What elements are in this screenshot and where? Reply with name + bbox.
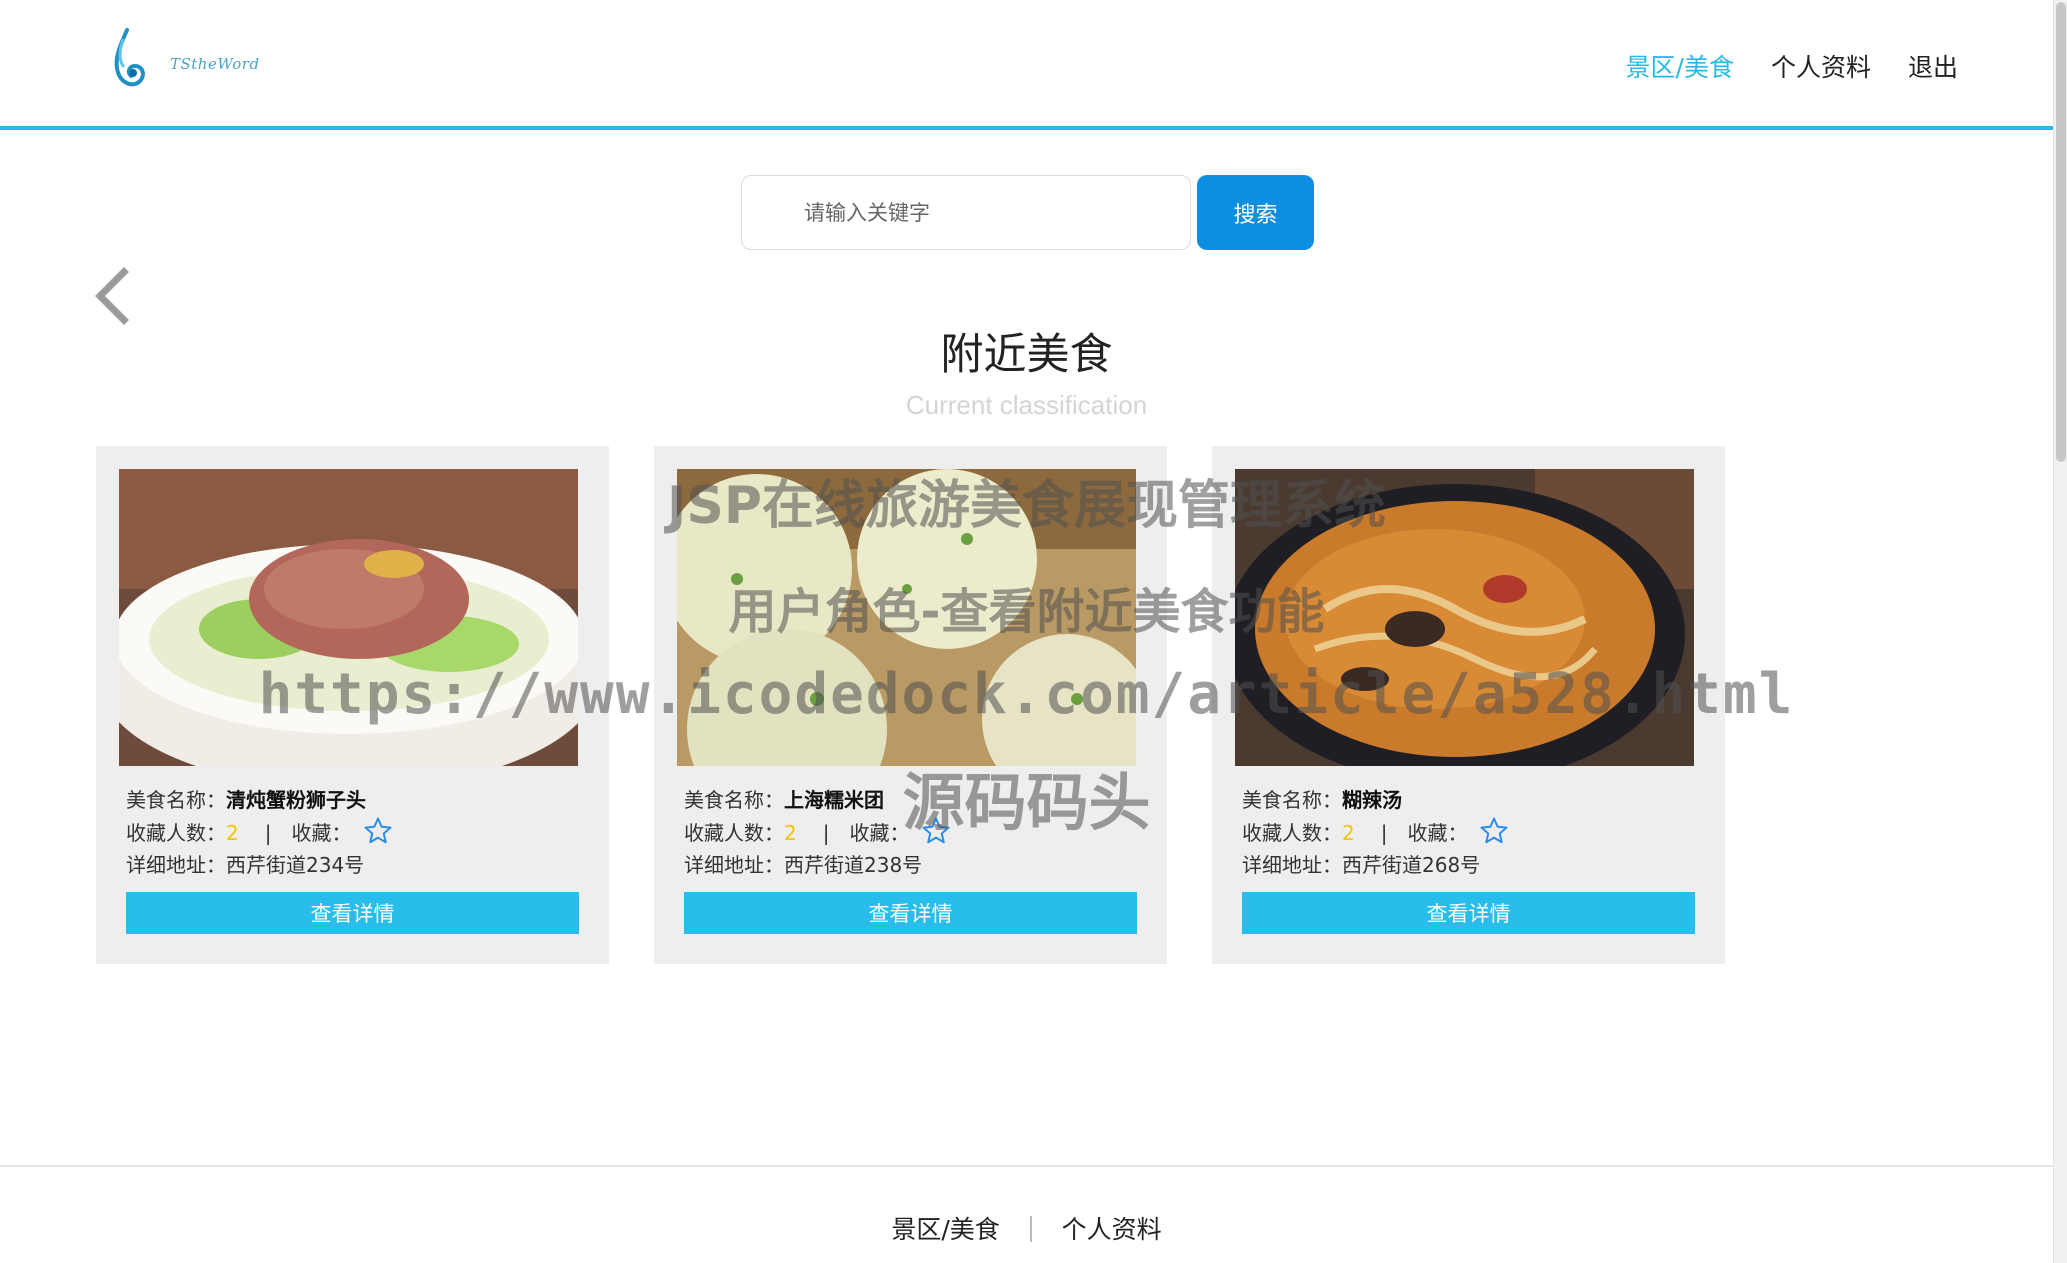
food-name: 糊辣汤: [1342, 788, 1402, 812]
footer-link-profile[interactable]: 个人资料: [1062, 1215, 1162, 1244]
food-card: 美食名称：糊辣汤 收藏人数：2 | 收藏： 详细地址：西芹街道268号 查看详情: [1212, 446, 1725, 964]
star-icon[interactable]: [363, 816, 393, 846]
page-scrollbar[interactable]: [2053, 0, 2067, 1263]
top-nav: 景区/美食 个人资料 退出: [1626, 48, 1958, 84]
search-input[interactable]: [741, 175, 1191, 250]
view-detail-button[interactable]: 查看详情: [1242, 892, 1695, 934]
glutinous-rice-ball-photo[interactable]: [677, 469, 1136, 766]
section-title: 附近美食: [940, 330, 1113, 380]
food-address: 西芹街道268号: [1342, 853, 1481, 877]
star-icon[interactable]: [1479, 816, 1509, 846]
lion-head-meatball-photo[interactable]: [119, 469, 578, 766]
logo-text: TStheWord: [170, 55, 260, 73]
collect-count-label: 收藏人数：: [1242, 821, 1342, 845]
view-detail-button[interactable]: 查看详情: [126, 892, 579, 934]
divider: |: [264, 821, 272, 845]
food-card-list: 美食名称：清炖蟹粉狮子头 收藏人数：2 | 收藏： 详细地址：西芹街道234号 查看…: [96, 446, 1725, 964]
top-header: TStheWord 景区/美食 个人资料 退出: [0, 0, 2053, 130]
address-label: 详细地址：: [1242, 853, 1342, 877]
address-label: 详细地址：: [126, 853, 226, 877]
back-button[interactable]: [92, 266, 136, 326]
collect-count: 2: [784, 821, 797, 845]
food-card: 美食名称：上海糯米团 收藏人数：2 | 收藏： 详细地址：西芹街道238号 查看详情: [654, 446, 1167, 964]
food-info: 美食名称：清炖蟹粉狮子头 收藏人数：2 | 收藏： 详细地址：西芹街道234号: [126, 784, 393, 881]
collect-label: 收藏：: [849, 821, 910, 845]
scrollbar-thumb[interactable]: [2056, 2, 2066, 462]
search-button[interactable]: 搜索: [1197, 175, 1314, 250]
chevron-left-icon: [95, 267, 129, 325]
search-bar: 搜索: [741, 175, 1314, 250]
collect-label: 收藏：: [1407, 821, 1468, 845]
page: TStheWord 景区/美食 个人资料 退出 搜索 附近美食 Current …: [0, 0, 2067, 1263]
section-subtitle: Current classification: [905, 390, 1148, 420]
food-name: 清炖蟹粉狮子头: [226, 788, 366, 812]
collect-count-label: 收藏人数：: [126, 821, 226, 845]
food-address: 西芹街道234号: [226, 853, 365, 877]
divider: |: [822, 821, 830, 845]
nav-profile[interactable]: 个人资料: [1771, 48, 1871, 84]
divider: |: [1380, 821, 1388, 845]
star-icon[interactable]: [921, 816, 951, 846]
hot-pepper-soup-photo[interactable]: [1235, 469, 1694, 766]
collect-count: 2: [226, 821, 239, 845]
food-name: 上海糯米团: [784, 788, 884, 812]
name-label: 美食名称：: [1242, 788, 1342, 812]
address-label: 详细地址：: [684, 853, 784, 877]
collect-count: 2: [1342, 821, 1355, 845]
collect-count-label: 收藏人数：: [684, 821, 784, 845]
food-address: 西芹街道238号: [784, 853, 923, 877]
nav-logout[interactable]: 退出: [1908, 48, 1958, 84]
footer-link-scenic-food[interactable]: 景区/美食: [891, 1215, 999, 1244]
food-info: 美食名称：糊辣汤 收藏人数：2 | 收藏： 详细地址：西芹街道268号: [1242, 784, 1509, 881]
view-detail-button[interactable]: 查看详情: [684, 892, 1137, 934]
food-info: 美食名称：上海糯米团 收藏人数：2 | 收藏： 详细地址：西芹街道238号: [684, 784, 951, 881]
name-label: 美食名称：: [126, 788, 226, 812]
collect-label: 收藏：: [291, 821, 352, 845]
nav-scenic-food[interactable]: 景区/美食: [1626, 48, 1734, 84]
name-label: 美食名称：: [684, 788, 784, 812]
footer-separator: [1029, 1216, 1032, 1242]
footer-divider: [0, 1165, 2053, 1167]
food-card: 美食名称：清炖蟹粉狮子头 收藏人数：2 | 收藏： 详细地址：西芹街道234号 查看…: [96, 446, 609, 964]
footer-nav: 景区/美食 个人资料: [0, 1210, 2053, 1246]
